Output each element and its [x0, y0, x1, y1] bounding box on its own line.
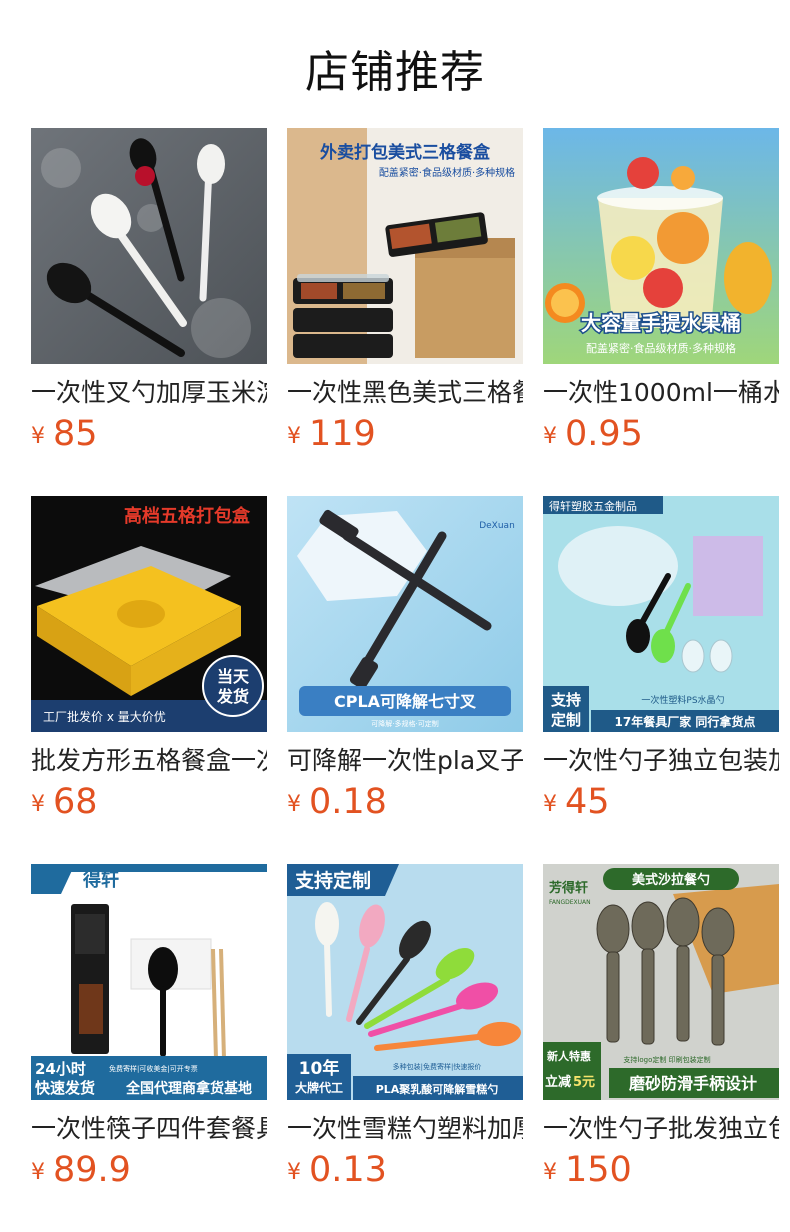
- banner-subtitle: 配盖紧密·食品级材质·多种规格: [586, 341, 736, 355]
- product-price: ¥85: [31, 414, 98, 454]
- banner-title: 支持定制: [294, 869, 371, 892]
- product-image[interactable]: 高档五格打包盒 工厂批发价 x 量大价优 当天 发货: [31, 496, 267, 732]
- price-value: 0.95: [565, 414, 643, 454]
- banner-slogan: 全国代理商拿货基地: [125, 1080, 252, 1097]
- price-value: 89.9: [53, 1150, 131, 1190]
- promo-label: 立减: [545, 1074, 571, 1090]
- product-price: ¥150: [543, 1150, 632, 1190]
- product-price: ¥89.9: [31, 1150, 131, 1190]
- currency-symbol: ¥: [287, 424, 301, 449]
- page-title: 店铺推荐: [305, 47, 485, 98]
- price-value: 119: [309, 414, 376, 454]
- product-name[interactable]: 一次性勺子批发独立包装: [543, 1112, 779, 1146]
- price-value: 0.13: [309, 1150, 387, 1190]
- banner-slogan: 磨砂防滑手柄设计: [629, 1074, 757, 1093]
- product-card[interactable]: DeXuan CPLA可降解七寸叉 可降解·多规格·可定制 可降解一次性pla叉…: [287, 496, 523, 826]
- product-card[interactable]: 得轩塑胶五金制品 支持 定制 一次性塑料PS水晶勺 17年餐具厂家 同行拿货点: [543, 496, 779, 826]
- product-price: ¥0.95: [543, 414, 643, 454]
- product-name[interactable]: 一次性筷子四件套餐具包: [31, 1112, 267, 1146]
- badge-line2: 定制: [551, 711, 581, 729]
- product-price: ¥119: [287, 414, 376, 454]
- badge-line2: 快速发货: [35, 1079, 95, 1097]
- product-image[interactable]: 得轩 24小时 快速发货 免费寄样|可收美金|可开专票 全国代理商拿货基地: [31, 864, 267, 1100]
- badge-line2: 发货: [216, 687, 249, 706]
- currency-symbol: ¥: [31, 792, 45, 817]
- price-value: 68: [53, 782, 98, 822]
- currency-symbol: ¥: [287, 1160, 301, 1185]
- product-card[interactable]: 美式沙拉餐勺 芳得轩 FANGDEXUAN 新人特惠 立减 5元 支持logo定…: [543, 864, 779, 1194]
- brand-name: 得轩: [82, 869, 119, 891]
- banner-title: 大容量手提水果桶: [581, 311, 741, 335]
- product-card[interactable]: 支持定制 10年 大牌代工 多种包装|免费寄样|快速报价 PLA聚乳酸可降解雪糕…: [287, 864, 523, 1194]
- currency-symbol: ¥: [543, 792, 557, 817]
- product-price: ¥45: [543, 782, 610, 822]
- banner-title: 美式沙拉餐勺: [632, 872, 710, 888]
- banner-subtitle: 配盖紧密·食品级材质·多种规格: [379, 166, 515, 179]
- currency-symbol: ¥: [543, 1160, 557, 1185]
- banner-subtitle: 可降解·多规格·可定制: [371, 719, 438, 728]
- price-value: 150: [565, 1150, 632, 1190]
- banner-title: CPLA可降解七寸叉: [334, 692, 477, 711]
- product-name[interactable]: 一次性勺子独立包装加厚: [543, 744, 779, 778]
- currency-symbol: ¥: [31, 424, 45, 449]
- promo-amount: 5元: [573, 1075, 595, 1090]
- badge-line1: 24小时: [35, 1060, 86, 1078]
- price-value: 45: [565, 782, 610, 822]
- currency-symbol: ¥: [287, 792, 301, 817]
- banner-slogan: PLA聚乳酸可降解雪糕勺: [376, 1082, 499, 1096]
- product-card[interactable]: 得轩 24小时 快速发货 免费寄样|可收美金|可开专票 全国代理商拿货基地 一次…: [31, 864, 267, 1194]
- currency-symbol: ¥: [31, 1160, 45, 1185]
- product-name[interactable]: 一次性1000ml一桶水果捞: [543, 376, 779, 410]
- product-image[interactable]: 得轩塑胶五金制品 支持 定制 一次性塑料PS水晶勺 17年餐具厂家 同行拿货点: [543, 496, 779, 732]
- product-image[interactable]: 支持定制 10年 大牌代工 多种包装|免费寄样|快速报价 PLA聚乳酸可降解雪糕…: [287, 864, 523, 1100]
- product-name[interactable]: 一次性雪糕勺塑料加厚: [287, 1112, 523, 1146]
- product-name[interactable]: 一次性黑色美式三格餐盒: [287, 376, 523, 410]
- banner-title: 得轩塑胶五金制品: [549, 499, 637, 513]
- product-image[interactable]: 外卖打包美式三格餐盒 配盖紧密·食品级材质·多种规格: [287, 128, 523, 364]
- banner-slogan: 工厂批发价 x 量大价优: [43, 709, 166, 724]
- product-image[interactable]: 美式沙拉餐勺 芳得轩 FANGDEXUAN 新人特惠 立减 5元 支持logo定…: [543, 864, 779, 1100]
- product-price: ¥0.18: [287, 782, 387, 822]
- banner-subtitle: 免费寄样|可收美金|可开专票: [109, 1064, 198, 1073]
- badge-line1: 支持: [550, 691, 581, 709]
- banner-subtitle: 多种包装|免费寄样|快速报价: [393, 1062, 482, 1071]
- promo-tag: 新人特惠: [547, 1049, 591, 1063]
- brand-name: 芳得轩: [549, 880, 588, 896]
- product-image[interactable]: [31, 128, 267, 364]
- product-price: ¥0.13: [287, 1150, 387, 1190]
- product-card[interactable]: 大容量手提水果桶 配盖紧密·食品级材质·多种规格 一次性1000ml一桶水果捞 …: [543, 128, 779, 458]
- product-name[interactable]: 可降解一次性pla叉子: [287, 744, 523, 778]
- brand-logo-text: DeXuan: [479, 521, 515, 531]
- banner-title: 高档五格打包盒: [124, 505, 251, 527]
- badge-line1: 10年: [299, 1058, 340, 1079]
- banner-subtitle: 一次性塑料PS水晶勺: [641, 694, 724, 706]
- product-image[interactable]: DeXuan CPLA可降解七寸叉 可降解·多规格·可定制: [287, 496, 523, 732]
- badge-line1: 当天: [217, 667, 250, 686]
- price-value: 85: [53, 414, 98, 454]
- product-card[interactable]: 外卖打包美式三格餐盒 配盖紧密·食品级材质·多种规格 一次性黑色美式三格餐盒 ¥…: [287, 128, 523, 458]
- product-card[interactable]: 高档五格打包盒 工厂批发价 x 量大价优 当天 发货 批发方形五格餐盒一次性 ¥…: [31, 496, 267, 826]
- banner-title: 外卖打包美式三格餐盒: [320, 142, 491, 163]
- brand-name-latin: FANGDEXUAN: [549, 899, 591, 906]
- badge-line2: 大牌代工: [295, 1080, 343, 1095]
- banner-subtitle: 支持logo定制 印刷包装定制: [623, 1055, 710, 1064]
- product-card[interactable]: 一次性叉勺加厚玉米淀粉可降解 ¥85: [31, 128, 267, 458]
- banner-slogan: 17年餐具厂家 同行拿货点: [615, 714, 756, 729]
- product-image[interactable]: 大容量手提水果桶 配盖紧密·食品级材质·多种规格: [543, 128, 779, 364]
- product-name[interactable]: 批发方形五格餐盒一次性: [31, 744, 267, 778]
- currency-symbol: ¥: [543, 424, 557, 449]
- product-price: ¥68: [31, 782, 98, 822]
- price-value: 0.18: [309, 782, 387, 822]
- product-name[interactable]: 一次性叉勺加厚玉米淀粉可降解: [31, 376, 267, 410]
